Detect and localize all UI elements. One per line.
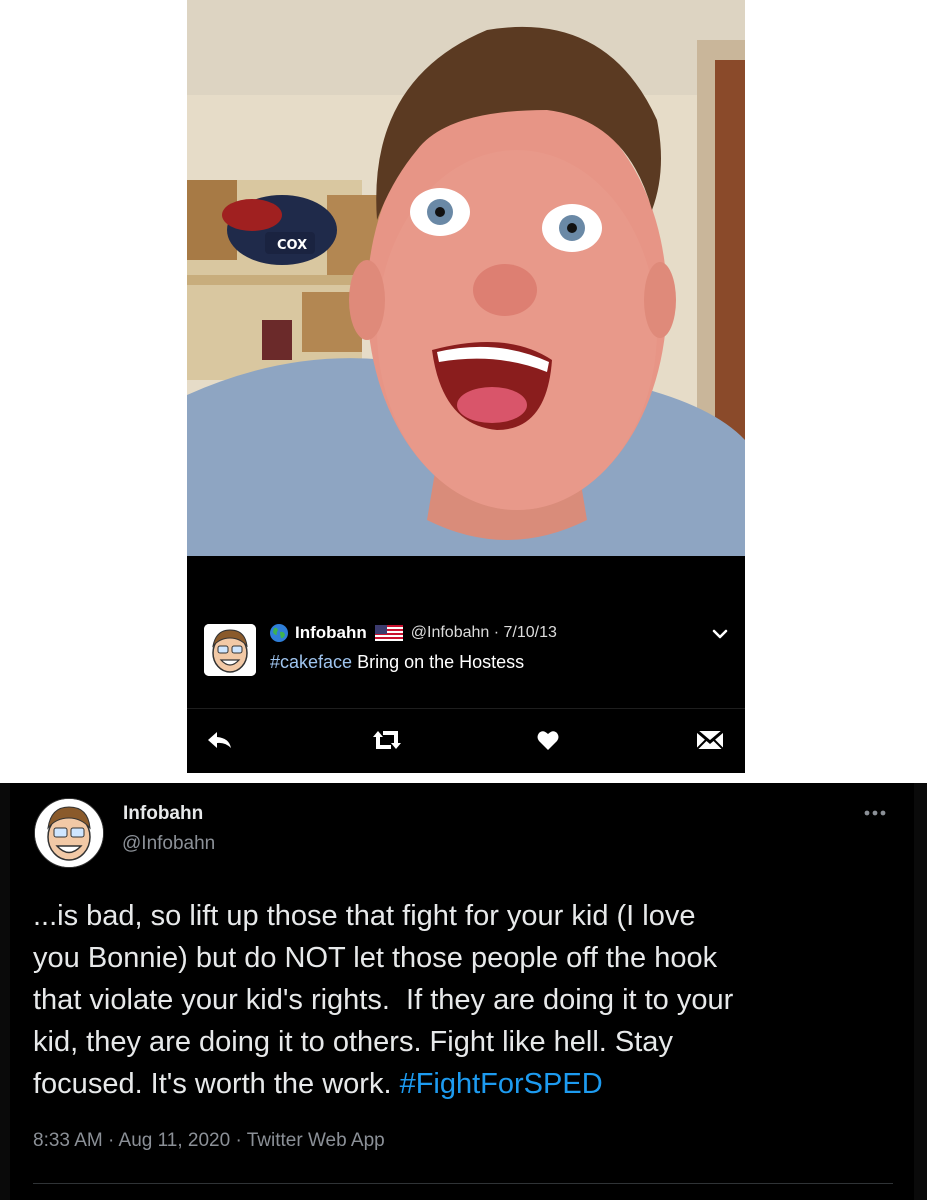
avatar[interactable] [34,798,104,868]
tweet-text-line: kid, they are doing it to others. Fight … [33,1026,673,1058]
old-tweet-card: COX Infobahn @Infobahn · 7/10/13 #cakefa… [187,0,745,773]
tweet-photo[interactable]: COX [187,0,745,556]
dm-icon[interactable] [693,726,727,754]
divider [187,708,745,709]
photo-sign-text: COX [277,238,307,253]
like-icon[interactable] [533,726,563,754]
tweet-card: Infobahn @Infobahn ...is bad, so lift up… [0,783,927,1200]
tweet-text-line: you Bonnie) but do NOT let those people … [33,942,718,974]
more-icon[interactable] [862,805,888,816]
tweet-header: Infobahn @Infobahn · 7/10/13 [269,622,557,644]
divider [33,1183,893,1184]
chevron-down-icon[interactable] [710,626,730,642]
flag-icon [374,625,403,641]
hashtag-link[interactable]: #cakeface [270,652,352,672]
card-edge-left [0,783,10,1200]
display-name[interactable]: Infobahn [295,623,367,643]
tweet-text: ...is bad, so lift up those that fight f… [33,895,903,1105]
tweet-text-end: focused. It's worth the work. [33,1068,400,1100]
old-tweet: Infobahn @Infobahn · 7/10/13 #cakeface B… [187,556,745,773]
tweet-timestamp[interactable]: 8:33 AM · Aug 11, 2020 · Twitter Web App [33,1130,385,1152]
tweet-text-line-last: focused. It's worth the work. #FightForS… [33,1063,903,1105]
tweet-body: Bring on the Hostess [352,652,525,672]
handle-and-date[interactable]: @Infobahn · 7/10/13 [411,624,557,642]
hashtag-link[interactable]: #FightForSPED [400,1068,603,1100]
tweet-text-line: that violate your kid's rights. If they … [33,984,734,1016]
reply-icon[interactable] [203,726,237,754]
tweet-text-line: ...is bad, so lift up those that fight f… [33,900,696,932]
globe-icon [269,623,289,643]
retweet-icon[interactable] [367,726,407,754]
display-name[interactable]: Infobahn [123,803,203,825]
card-edge-right [914,783,927,1200]
tweet-text: #cakeface Bring on the Hostess [270,652,524,673]
avatar[interactable] [204,624,256,676]
handle[interactable]: @Infobahn [122,833,215,855]
